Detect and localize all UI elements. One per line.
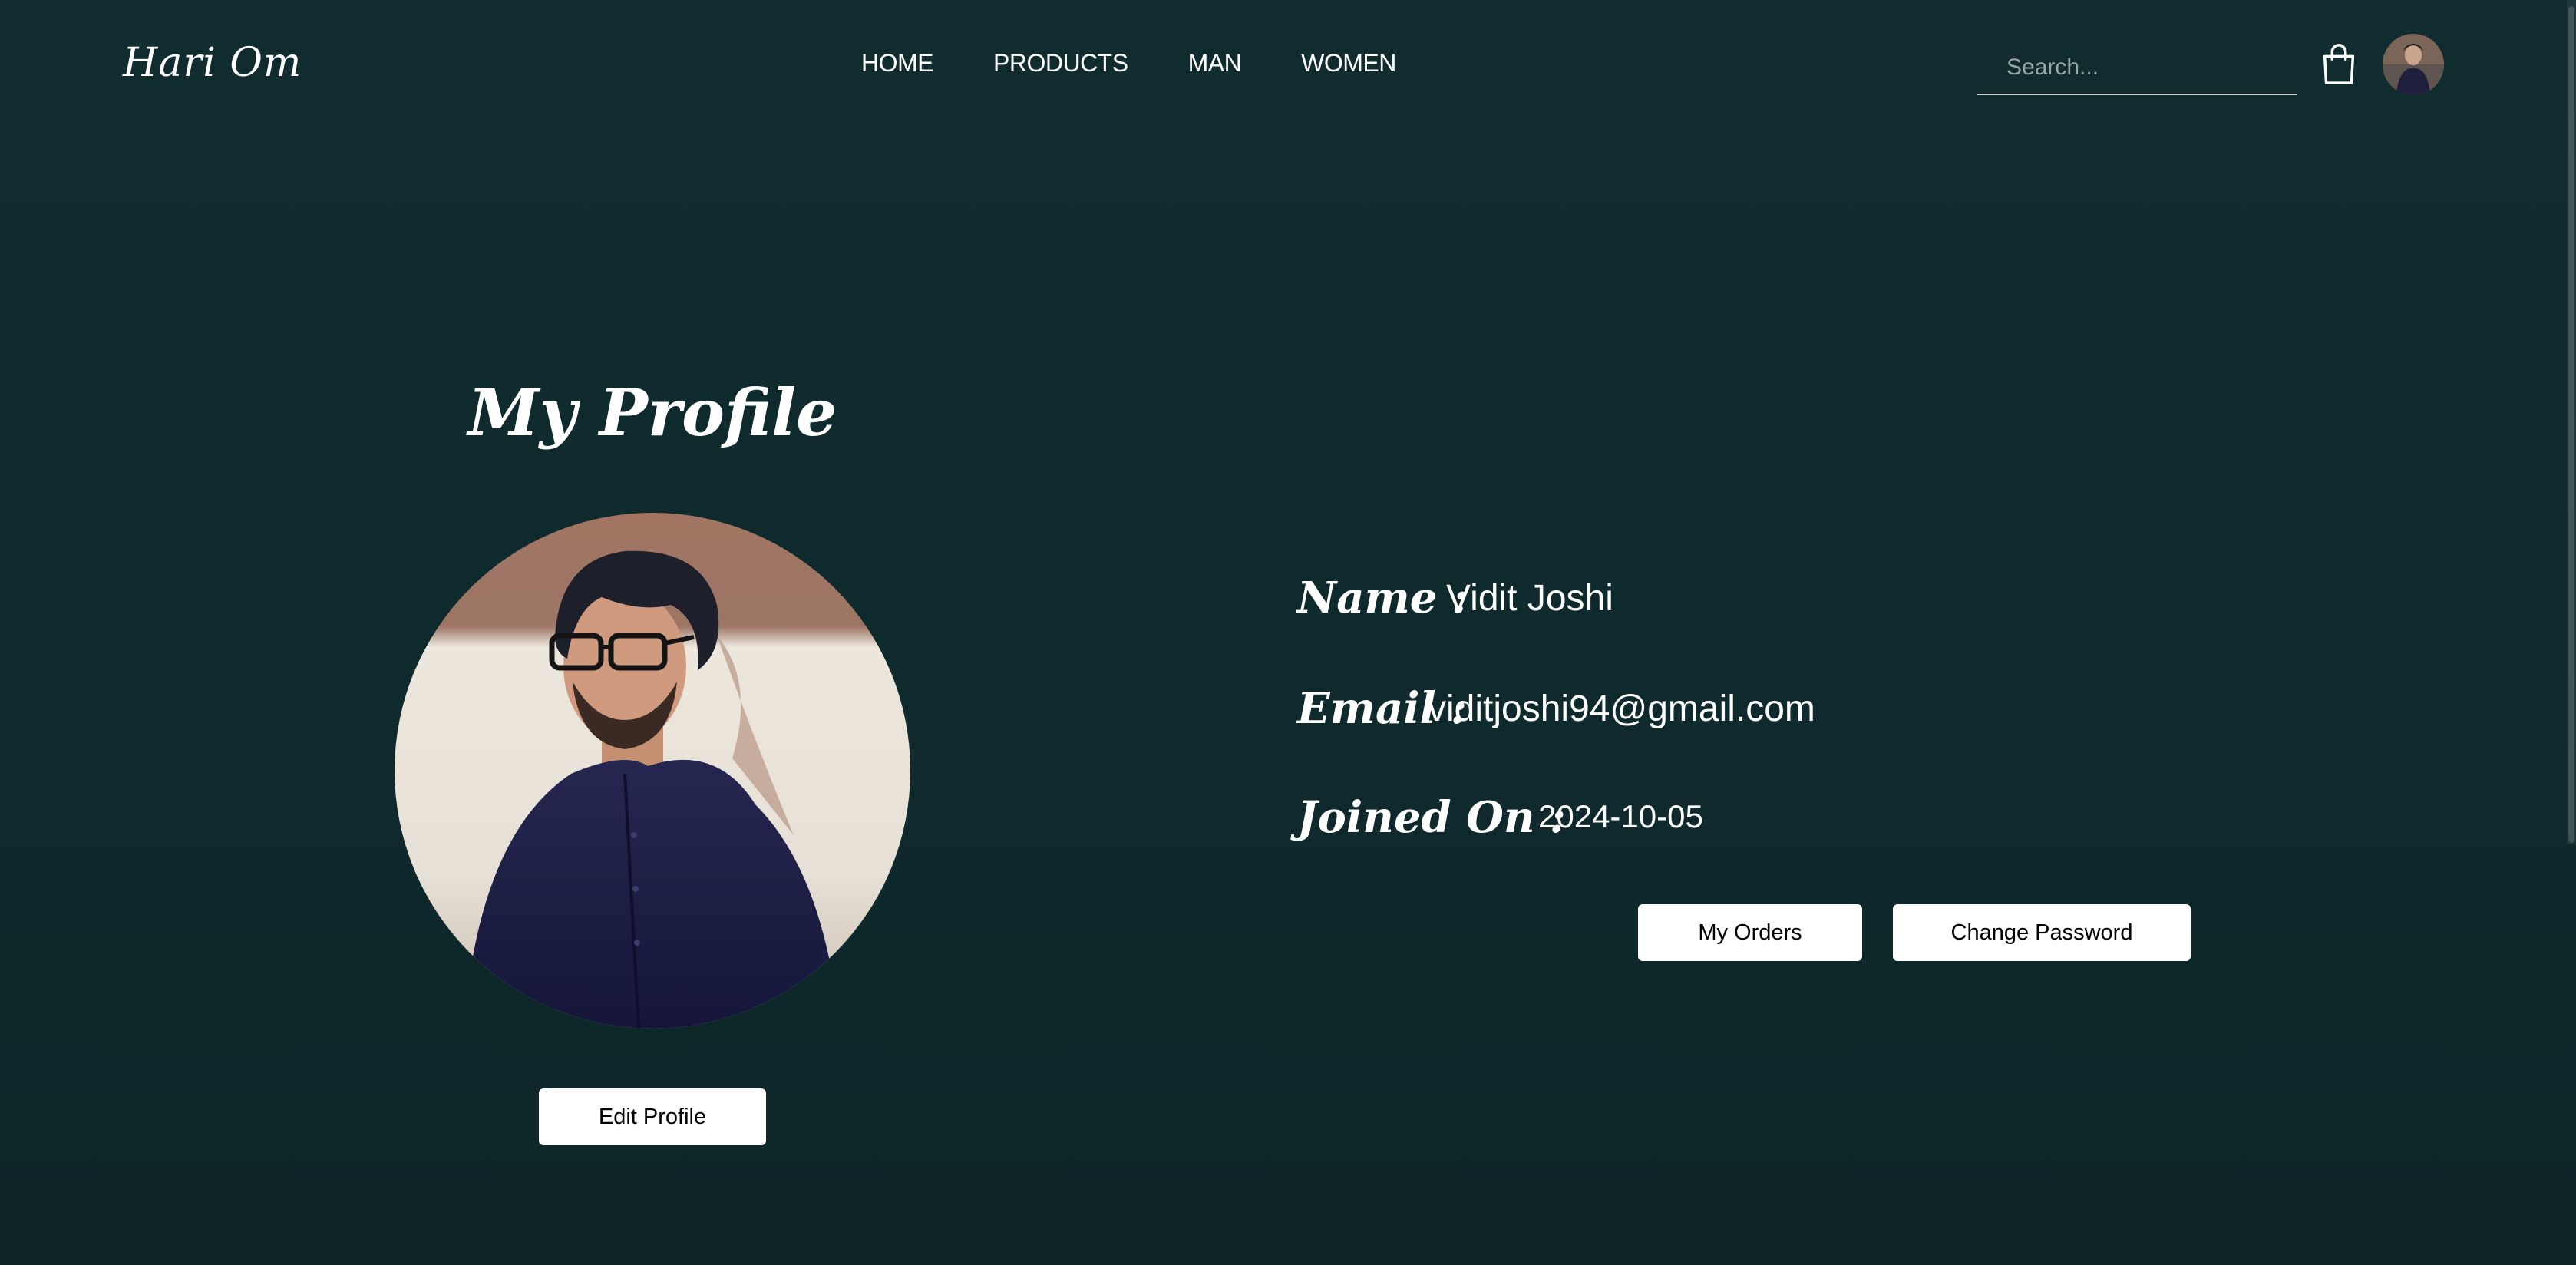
top-navbar: Hari Om HOME PRODUCTS MAN WOMEN	[0, 0, 2576, 130]
nav-man[interactable]: MAN	[1188, 49, 1242, 78]
avatar-image	[2383, 34, 2444, 95]
name-value: Vidit Joshi	[1446, 578, 1613, 619]
profile-page: Hari Om HOME PRODUCTS MAN WOMEN Search..…	[0, 0, 2576, 1265]
user-avatar[interactable]	[2383, 34, 2444, 95]
shopping-bag-icon[interactable]	[2320, 41, 2358, 86]
joined-on-label: Joined On :	[1297, 792, 1566, 843]
name-label: Name :	[1297, 573, 1468, 623]
joined-on-value: 2024-10-05	[1538, 798, 1703, 834]
my-orders-button[interactable]: My Orders	[1638, 904, 1862, 961]
search-input[interactable]	[2005, 44, 2304, 91]
nav-women[interactable]: WOMEN	[1301, 49, 1396, 78]
nav-products[interactable]: PRODUCTS	[993, 49, 1128, 78]
brand-logo[interactable]: Hari Om	[123, 40, 302, 86]
scrollbar-thumb[interactable]	[2568, 6, 2574, 843]
nav-home[interactable]: HOME	[861, 49, 934, 78]
profile-photo	[395, 513, 910, 1029]
profile-image	[395, 513, 910, 1029]
edit-profile-button[interactable]: Edit Profile	[539, 1088, 766, 1145]
search-bar	[1977, 41, 2304, 95]
change-password-button[interactable]: Change Password	[1893, 904, 2191, 961]
email-value: viditjoshi94@gmail.com	[1428, 689, 1815, 729]
main-nav: HOME PRODUCTS MAN WOMEN	[861, 49, 1456, 78]
page-title: My Profile	[467, 375, 837, 451]
